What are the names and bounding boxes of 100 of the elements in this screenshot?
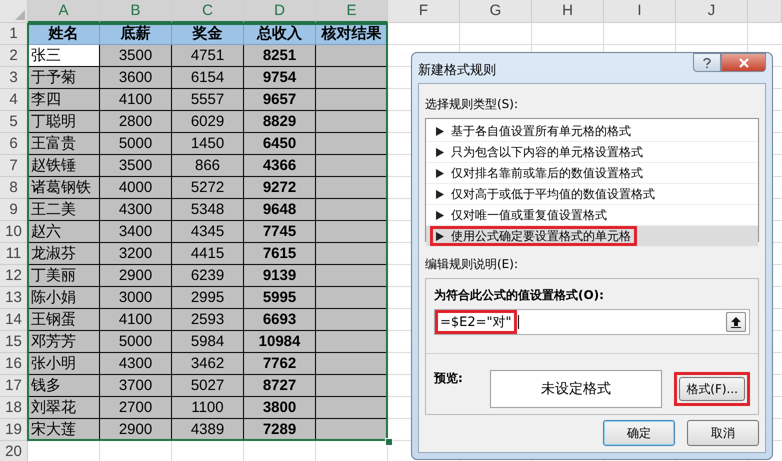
column-header[interactable]: D <box>244 0 316 23</box>
table-cell: 6693 <box>244 309 316 331</box>
table-cell: 7289 <box>244 419 316 441</box>
table-cell <box>316 265 388 287</box>
table-cell: 李四 <box>28 89 100 111</box>
column-header[interactable]: H <box>532 0 604 23</box>
table-cell: 张三 <box>28 45 100 67</box>
close-button[interactable] <box>721 53 766 72</box>
table-cell: 4300 <box>100 199 172 221</box>
row-header[interactable]: 6 <box>0 133 28 155</box>
column-header[interactable]: G <box>460 0 532 23</box>
row-header[interactable]: 8 <box>0 177 28 199</box>
table-cell: 3500 <box>100 155 172 177</box>
row-header[interactable]: 11 <box>0 243 28 265</box>
preview-box: 未设定格式 <box>490 370 662 408</box>
triangle-icon <box>436 126 444 136</box>
section-label: 编辑规则说明(E): <box>425 256 518 273</box>
question-mark-icon <box>702 56 712 68</box>
rule-type-item[interactable]: 基于各自值设置所有单元格的格式 <box>426 121 758 142</box>
table-cell <box>316 221 388 243</box>
column-header[interactable]: J <box>676 0 748 23</box>
row-header[interactable]: 10 <box>0 221 28 243</box>
table-cell: 3800 <box>244 397 316 419</box>
row-header[interactable]: 13 <box>0 287 28 309</box>
table-cell: 7762 <box>244 353 316 375</box>
column-header[interactable]: C <box>172 0 244 23</box>
table-cell: 4751 <box>172 45 244 67</box>
table-cell <box>316 375 388 397</box>
table-cell: 王二美 <box>28 199 100 221</box>
table-cell: 2900 <box>100 419 172 441</box>
table-cell: 王钢蛋 <box>28 309 100 331</box>
table-cell: 张小明 <box>28 353 100 375</box>
table-cell: 3000 <box>100 287 172 309</box>
table-cell: 1100 <box>172 397 244 419</box>
table-cell: 7745 <box>244 221 316 243</box>
table-cell: 1450 <box>172 133 244 155</box>
column-header[interactable]: F <box>388 0 460 23</box>
row-header[interactable]: 19 <box>0 419 28 441</box>
table-cell <box>316 133 388 155</box>
row-header[interactable]: 16 <box>0 353 28 375</box>
table-cell: 8251 <box>244 45 316 67</box>
row-header[interactable]: 14 <box>0 309 28 331</box>
rule-type-item[interactable]: 仅对高于或低于平均值的数值设置格式 <box>426 184 758 205</box>
table-cell: 3500 <box>100 45 172 67</box>
table-cell <box>316 331 388 353</box>
table-cell: 邓芳芳 <box>28 331 100 353</box>
table-cell <box>316 199 388 221</box>
row-header[interactable]: 20 <box>0 441 28 461</box>
table-cell: 6154 <box>172 67 244 89</box>
row-header[interactable]: 5 <box>0 111 28 133</box>
column-header[interactable]: A <box>28 0 100 23</box>
table-cell: 5272 <box>172 177 244 199</box>
row-header[interactable]: 15 <box>0 331 28 353</box>
rule-type-item[interactable]: 只为包含以下内容的单元格设置格式 <box>426 142 758 163</box>
table-cell: 4000 <box>100 177 172 199</box>
rule-type-item[interactable]: 使用公式确定要设置格式的单元格 <box>426 226 758 247</box>
column-header[interactable]: B <box>100 0 172 23</box>
table-cell <box>316 45 388 67</box>
row-header[interactable]: 4 <box>0 89 28 111</box>
column-header[interactable]: I <box>604 0 676 23</box>
table-cell: 9272 <box>244 177 316 199</box>
row-header[interactable]: 1 <box>0 23 28 45</box>
triangle-icon <box>436 210 444 220</box>
table-cell: 2593 <box>172 309 244 331</box>
rule-type-item[interactable]: 仅对排名靠前或靠后的数值设置格式 <box>426 163 758 184</box>
row-header[interactable]: 7 <box>0 155 28 177</box>
column-header[interactable]: E <box>316 0 388 23</box>
table-cell: 8727 <box>244 375 316 397</box>
table-cell: 5027 <box>172 375 244 397</box>
fill-handle[interactable] <box>385 438 393 446</box>
row-header[interactable]: 9 <box>0 199 28 221</box>
row-header[interactable]: 12 <box>0 265 28 287</box>
table-cell: 2700 <box>100 397 172 419</box>
table-cell: 钱多 <box>28 375 100 397</box>
table-cell <box>316 309 388 331</box>
table-cell: 2995 <box>172 287 244 309</box>
row-header[interactable]: 17 <box>0 375 28 397</box>
table-cell: 于予菊 <box>28 67 100 89</box>
table-cell: 刘翠花 <box>28 397 100 419</box>
table-cell: 4300 <box>100 353 172 375</box>
table-cell: 5984 <box>172 331 244 353</box>
ok-button[interactable]: 确定 <box>603 420 675 446</box>
row-header[interactable]: 2 <box>0 45 28 67</box>
table-cell <box>316 111 388 133</box>
preview-label: 预览: <box>434 370 464 387</box>
format-button[interactable]: 格式(F)... <box>679 377 745 401</box>
row-header[interactable]: 3 <box>0 67 28 89</box>
table-cell: 9648 <box>244 199 316 221</box>
help-button[interactable] <box>693 53 721 72</box>
cancel-button[interactable]: 取消 <box>687 420 759 446</box>
table-cell: 5000 <box>100 331 172 353</box>
table-cell: 3400 <box>100 221 172 243</box>
table-cell: 4415 <box>172 243 244 265</box>
table-cell: 9754 <box>244 67 316 89</box>
table-cell: 5348 <box>172 199 244 221</box>
row-header[interactable]: 18 <box>0 397 28 419</box>
table-cell: 6239 <box>172 265 244 287</box>
section-label: 选择规则类型(S): <box>425 96 518 113</box>
table-cell <box>316 155 388 177</box>
table-cell: 4389 <box>172 419 244 441</box>
